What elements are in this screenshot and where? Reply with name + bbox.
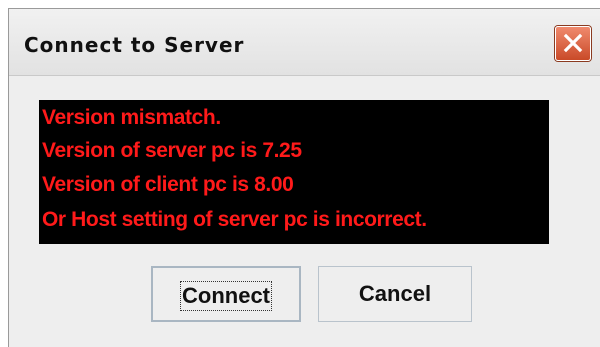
connect-button-label: Connect <box>180 281 272 312</box>
cancel-button[interactable]: Cancel <box>318 266 472 322</box>
message-line: Version of server pc is 7.25 <box>42 139 302 162</box>
connect-button[interactable]: Connect <box>151 266 301 322</box>
message-panel: Version mismatch. Version of server pc i… <box>39 100 549 244</box>
message-line: Version mismatch. <box>42 106 221 129</box>
cancel-button-label: Cancel <box>358 281 432 306</box>
close-button[interactable] <box>555 26 591 61</box>
message-line: Or Host setting of server pc is incorrec… <box>42 208 427 231</box>
title-bar[interactable]: Connect to Server <box>9 9 600 76</box>
window-title: Connect to Server <box>24 33 245 57</box>
close-icon <box>563 33 583 53</box>
connect-to-server-dialog: Connect to Server Version mismatch. Vers… <box>8 8 600 347</box>
message-line: Version of client pc is 8.00 <box>42 173 294 196</box>
